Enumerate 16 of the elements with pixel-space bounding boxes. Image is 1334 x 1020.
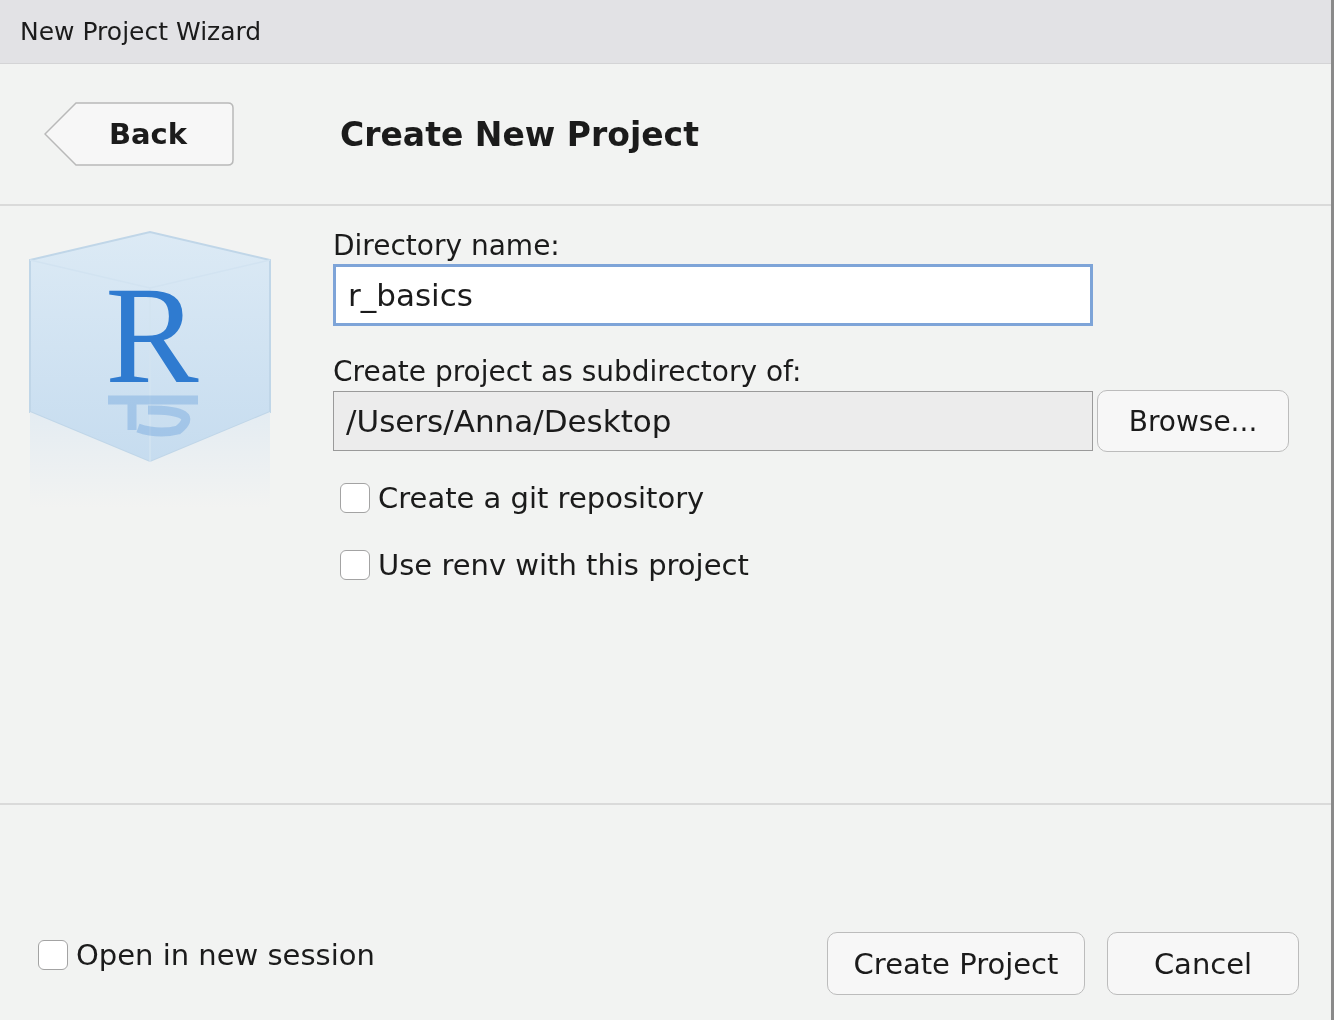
checkbox[interactable] [340,483,370,513]
dialog-button[interactable]: Create Project [827,932,1085,995]
checkbox[interactable] [38,940,68,970]
back-button[interactable]: Back [44,102,234,166]
browse-button[interactable]: Browse... [1097,390,1289,452]
parent-directory-label: Create project as subdirectory of: [333,354,802,390]
checkbox-label: Use renv with this project [378,548,749,582]
checkbox-label: Create a git repository [378,481,705,515]
parent-directory-field[interactable]: /Users/Anna/Desktop [333,391,1093,451]
dialog-heading: Create New Project [340,114,699,154]
directory-name-label: Directory name: [333,228,560,264]
checkbox-label: Open in new session [76,938,375,972]
window-title: New Project Wizard [20,17,262,46]
directory-name-field[interactable]: r_basics [333,264,1093,326]
dialog-button[interactable]: Cancel [1107,932,1299,995]
checkbox[interactable] [340,550,370,580]
